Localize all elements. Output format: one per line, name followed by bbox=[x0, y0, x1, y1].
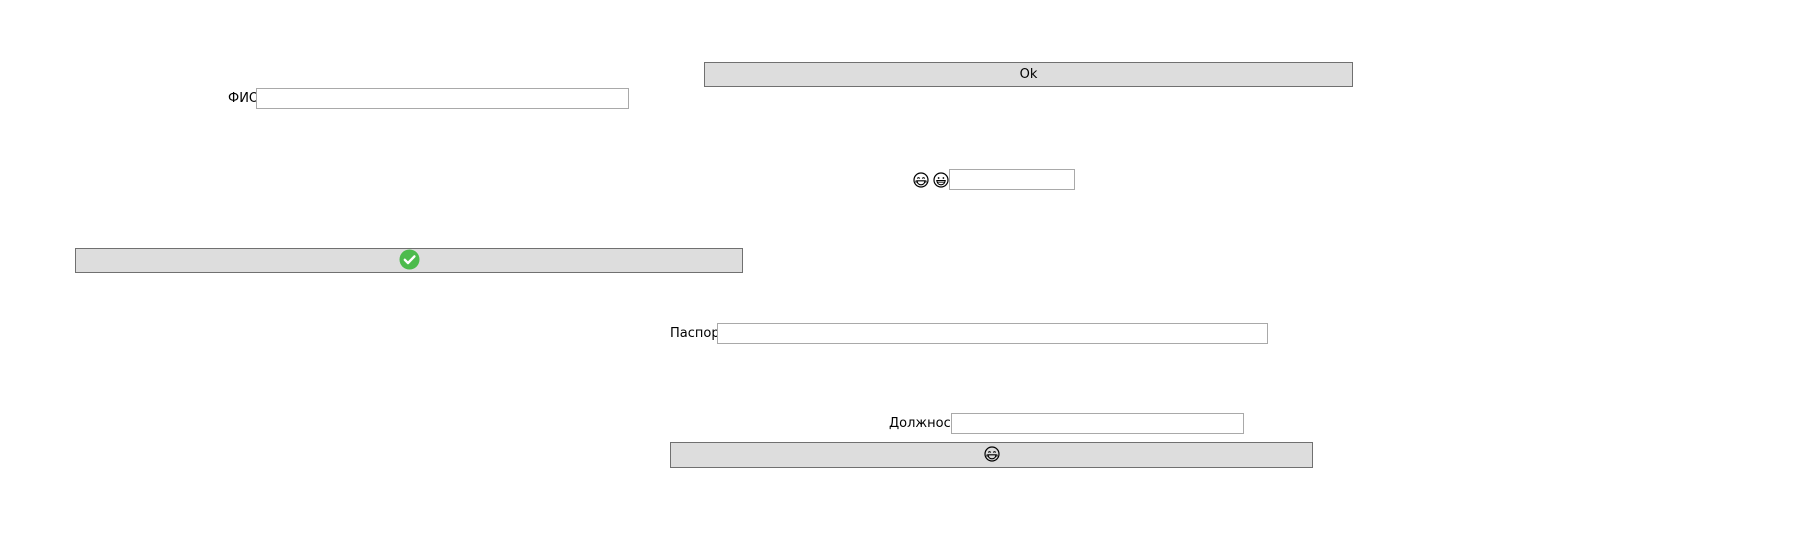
ok-button[interactable]: Ok bbox=[704, 62, 1353, 87]
emoji-input[interactable] bbox=[949, 169, 1075, 190]
laughing-face-icon bbox=[913, 172, 929, 192]
emoji-button[interactable] bbox=[670, 442, 1313, 468]
grinning-face-icon bbox=[933, 172, 949, 192]
position-input[interactable] bbox=[951, 413, 1244, 434]
confirm-button[interactable] bbox=[75, 248, 743, 273]
passport-input[interactable] bbox=[717, 323, 1268, 344]
green-checkmark-icon bbox=[399, 249, 420, 273]
fio-input[interactable] bbox=[256, 88, 629, 109]
window-canvas: Ok ФИО Паспорт Должность bbox=[0, 0, 1814, 539]
ok-button-label: Ok bbox=[1019, 67, 1038, 82]
fio-label: ФИО bbox=[228, 91, 260, 106]
laughing-face-icon bbox=[983, 445, 1000, 465]
